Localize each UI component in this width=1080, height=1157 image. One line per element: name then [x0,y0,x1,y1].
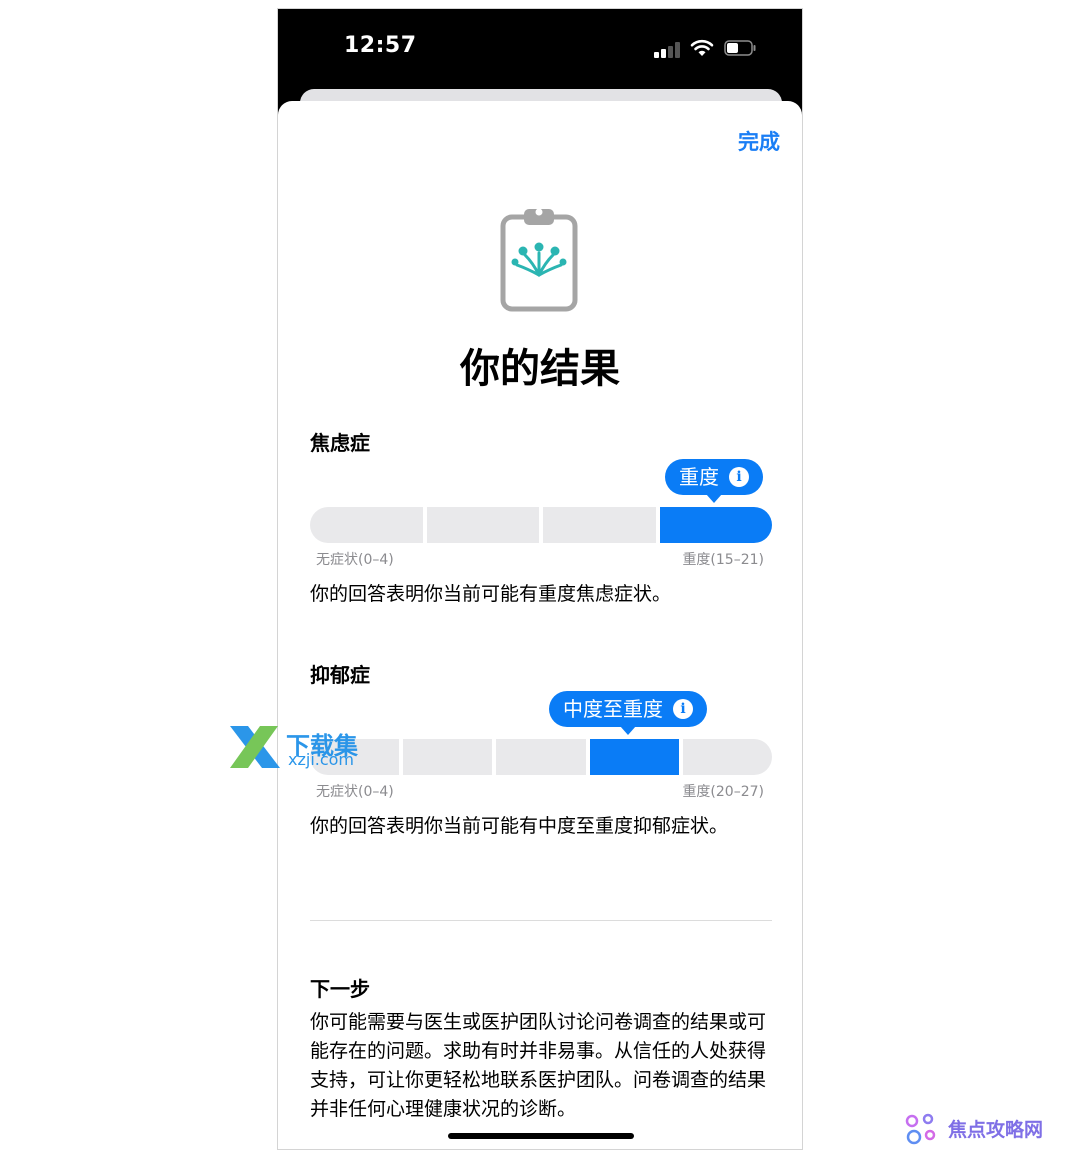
results-sheet: 完成 你的结果 焦虑症 重度 i 无症状(0–4) 重度(15–21) 你的回答… [278,101,802,1149]
watermark-logo-left: 下载集 xzji.com [226,724,376,772]
severity-segment [543,507,656,543]
phone-frame: 12:57 完成 你的结果 焦虑症 重度 i 无症状(0–4) 重度(15–21… [277,8,803,1150]
page-title: 你的结果 [460,346,620,392]
anxiety-level-pill[interactable]: 重度 i [665,459,763,503]
watermark-x-icon [230,726,280,768]
info-icon[interactable]: i [729,466,749,487]
info-icon[interactable]: i [673,698,693,719]
depression-description: 你的回答表明你当前可能有中度至重度抑郁症状。 [310,815,729,837]
next-steps-title: 下一步 [310,977,370,1001]
depression-severity-bar [310,739,773,775]
status-bar: 12:57 [278,9,802,101]
severity-segment [496,739,586,775]
clipboard-icon [500,208,578,312]
watermark-title-right: 焦点攻略网 [948,1119,1044,1141]
severity-segment [426,507,539,543]
home-indicator [448,1133,634,1139]
watermark-dots-icon [905,1113,936,1145]
depression-title: 抑郁症 [310,663,370,687]
anxiety-title: 焦虑症 [310,431,370,455]
done-button[interactable]: 完成 [738,126,780,156]
section-divider [310,920,772,921]
severity-segment [403,739,493,775]
anxiety-min-label: 无症状(0–4) [316,552,394,568]
depression-min-label: 无症状(0–4) [316,784,394,800]
anxiety-description: 你的回答表明你当前可能有重度焦虑症状。 [310,583,672,605]
anxiety-level-label: 重度 [679,465,719,489]
severity-segment-active [589,739,679,775]
depression-level-pill[interactable]: 中度至重度 i [549,691,707,735]
anxiety-max-label: 重度(15–21) [682,552,764,568]
depression-max-label: 重度(20–27) [682,784,764,800]
depression-level-label: 中度至重度 [563,697,663,721]
watermark-logo-right: 焦点攻略网 [904,1111,1064,1151]
anxiety-severity-bar [310,507,772,543]
severity-segment [310,507,423,543]
wifi-icon [690,39,714,56]
severity-segment [682,739,773,775]
cellular-signal-icon [654,42,682,58]
battery-icon [724,40,756,56]
next-steps-body: 你可能需要与医生或医护团队讨论问卷调查的结果或可能存在的问题。求助有时并非易事。… [310,1011,767,1120]
severity-segment-active [659,507,772,543]
watermark-url: xzji.com [288,750,355,769]
status-time: 12:57 [344,33,417,58]
